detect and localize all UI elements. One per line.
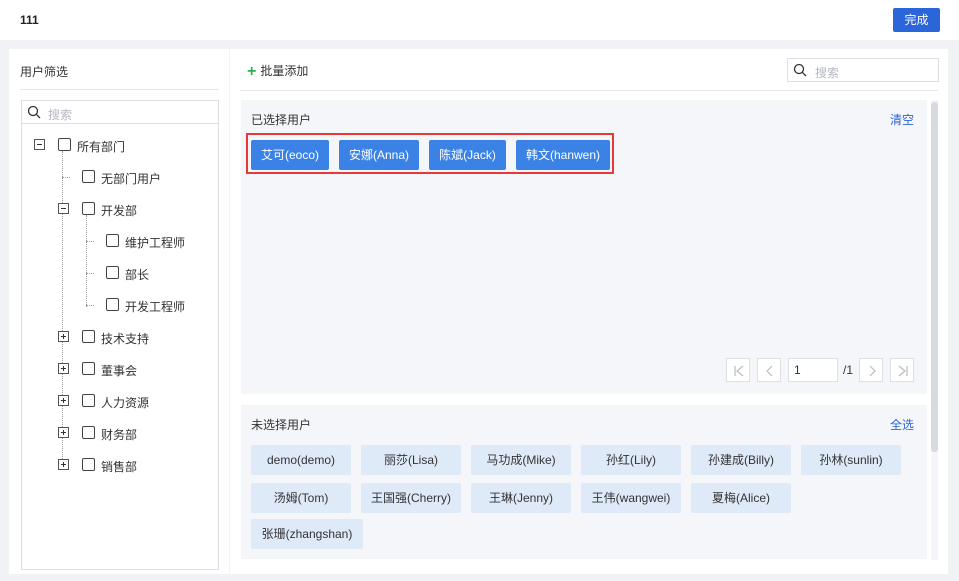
unselected-users-title: 未选择用户 [251,418,312,432]
divider [20,89,219,90]
unselected-user-chip[interactable]: 夏梅(Alice) [691,483,791,513]
collapse-toggle-icon[interactable] [34,139,45,150]
user-search-input[interactable]: 搜索 [787,58,939,82]
scrollbar-thumb[interactable] [931,102,938,452]
vertical-scrollbar[interactable] [931,100,938,560]
divider [240,90,938,91]
search-placeholder: 搜索 [815,66,840,80]
unselected-user-chip[interactable]: 孙红(Lily) [581,445,681,475]
expand-toggle-icon[interactable] [58,395,69,406]
checkbox-finance[interactable] [82,426,95,439]
unselected-user-chip[interactable]: 汤姆(Tom) [251,483,351,513]
checkbox-dev[interactable] [82,202,95,215]
unselected-user-chip[interactable]: 王国强(Cherry) [361,483,461,513]
tree-label-maintenance-engineer: 维护工程师 [125,236,186,250]
prev-page-button[interactable] [757,358,781,382]
unselected-user-chip[interactable]: demo(demo) [251,445,351,475]
clear-button[interactable]: 清空 [890,111,914,128]
tree-label-director: 部长 [125,268,150,282]
search-icon [27,105,41,119]
tree-label-finance: 财务部 [101,428,138,442]
checkbox-director[interactable] [106,266,119,279]
batch-add-button[interactable]: + 批量添加 [247,62,308,80]
page-total: /1 [843,363,854,377]
unselected-user-chip[interactable]: 孙建成(Billy) [691,445,791,475]
tree-label-all-departments: 所有部门 [77,140,126,154]
batch-add-label: 批量添加 [260,64,309,78]
checkbox-board[interactable] [82,362,95,375]
last-page-icon [898,365,908,377]
unselected-user-chip[interactable]: 孙林(sunlin) [801,445,901,475]
unselected-users-section: 未选择用户 全选 demo(demo) 丽莎(Lisa) 马功成(Mike) 孙… [241,405,927,559]
unselected-user-chip[interactable]: 王伟(wangwei) [581,483,681,513]
expand-toggle-icon[interactable] [58,363,69,374]
user-filter-title: 用户筛选 [20,65,69,79]
tree-label-tech-support: 技术支持 [101,332,150,346]
last-page-button[interactable] [890,358,914,382]
next-page-button[interactable] [859,358,883,382]
checkbox-all-departments[interactable] [58,138,71,151]
user-filter-panel: 用户筛选 搜索 所有部门 无部门用户 开发部 维护工程师 部长 开发工程师 技术… [9,49,229,574]
tree-label-dev-engineer: 开发工程师 [125,300,186,314]
select-all-button[interactable]: 全选 [890,416,914,433]
plus-icon: + [247,63,257,80]
done-button[interactable]: 完成 [893,8,940,32]
selected-user-chip[interactable]: 韩文(hanwen) [516,140,610,170]
selected-user-chip[interactable]: 安娜(Anna) [339,140,419,170]
page-title: 111 [20,13,39,27]
expand-toggle-icon[interactable] [58,427,69,438]
tree-label-no-department: 无部门用户 [101,172,162,186]
selected-users-title: 已选择用户 [251,113,312,127]
selected-user-chip[interactable]: 艾可(eoco) [251,140,329,170]
tree-connector [86,305,94,306]
tree-label-hr: 人力资源 [101,396,150,410]
checkbox-tech-support[interactable] [82,330,95,343]
unselected-user-chip[interactable]: 王琳(Jenny) [471,483,571,513]
expand-toggle-icon[interactable] [58,331,69,342]
checkbox-dev-engineer[interactable] [106,298,119,311]
tree-label-sales: 销售部 [101,460,138,474]
checkbox-sales[interactable] [82,458,95,471]
chevron-right-icon [869,365,876,377]
first-page-button[interactable] [726,358,750,382]
tree-connector [86,273,94,274]
department-tree: 搜索 所有部门 无部门用户 开发部 维护工程师 部长 开发工程师 技术支持 董事… [21,100,219,570]
tree-label-board: 董事会 [101,364,138,378]
chevron-left-icon [766,365,773,377]
checkbox-hr[interactable] [82,394,95,407]
first-page-icon [734,365,744,377]
top-bar: 111 完成 [0,0,959,40]
tree-label-dev: 开发部 [101,204,138,218]
tree-connector [86,215,87,307]
collapse-toggle-icon[interactable] [58,203,69,214]
search-icon [793,63,807,77]
checkbox-no-department[interactable] [82,170,95,183]
unselected-user-chip[interactable]: 丽莎(Lisa) [361,445,461,475]
user-selection-panel: + 批量添加 搜索 已选择用户 清空 艾可(eoco) 安娜(Anna) 陈斌(J… [230,49,948,574]
selected-users-section: 已选择用户 清空 艾可(eoco) 安娜(Anna) 陈斌(Jack) 韩文(h… [241,100,927,394]
expand-toggle-icon[interactable] [58,459,69,470]
tree-connector [62,151,63,467]
unselected-user-chip[interactable]: 马功成(Mike) [471,445,571,475]
search-placeholder: 搜索 [48,108,73,122]
page-number-input[interactable]: 1 [788,358,838,382]
tree-connector [62,177,70,178]
unselected-user-chip[interactable]: 张珊(zhangshan) [251,519,363,549]
selected-user-chip[interactable]: 陈斌(Jack) [429,140,506,170]
tree-search-input[interactable]: 搜索 [22,101,218,124]
tree-connector [86,241,94,242]
checkbox-maintenance-engineer[interactable] [106,234,119,247]
